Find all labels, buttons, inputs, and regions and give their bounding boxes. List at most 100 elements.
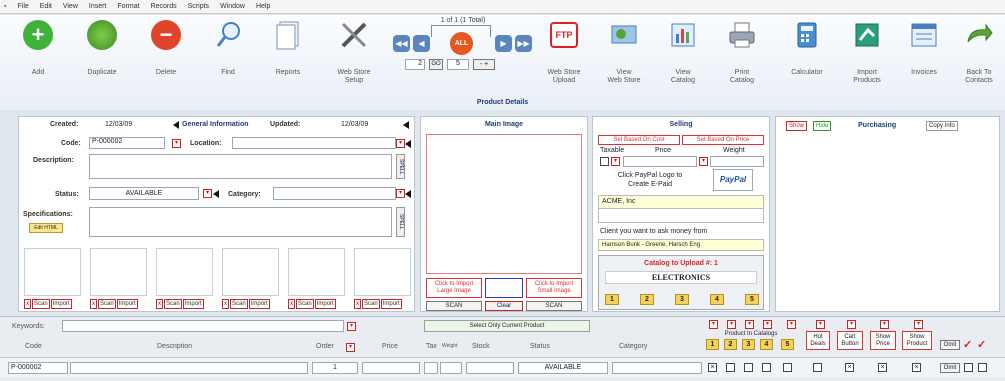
calculator-button[interactable]: Calculator <box>791 19 823 76</box>
menu-file[interactable]: File <box>17 3 28 10</box>
go-button[interactable]: GO <box>429 59 443 70</box>
import-large-image-button[interactable]: Click to Import Large Image <box>426 278 482 298</box>
import-image-3-button[interactable]: Import <box>182 299 204 309</box>
import-image-4-button[interactable]: Import <box>248 299 270 309</box>
scan-image-4-button[interactable]: Scan <box>230 299 248 309</box>
row-cart-button-checkbox[interactable]: × <box>845 363 854 372</box>
menu-scripts[interactable]: Scripts <box>188 3 209 10</box>
show-product-sort-button[interactable]: ▾ <box>914 320 923 329</box>
description-column-header[interactable]: Description <box>157 343 192 350</box>
prev-record-icon[interactable]: ◀ <box>413 35 430 52</box>
reports-button[interactable]: Reports <box>272 19 304 76</box>
small-image-area[interactable] <box>485 278 523 298</box>
category-column-header[interactable]: Category <box>619 343 647 350</box>
web-store-setup-button[interactable]: Web Store Setup <box>338 19 370 84</box>
show-product-column-button[interactable]: Show Product <box>902 331 932 350</box>
image-slot-2[interactable] <box>90 248 147 296</box>
catalog-4-sort-button[interactable]: ▾ <box>763 320 772 329</box>
company-extra-field[interactable] <box>598 209 764 223</box>
row-price-field[interactable] <box>362 362 420 374</box>
row-catalog-1-checkbox[interactable]: × <box>708 363 717 372</box>
status-field[interactable]: AVAILABLE <box>89 187 199 200</box>
row-show-product-checkbox[interactable]: × <box>912 363 921 372</box>
catalog-col-3[interactable]: 3 <box>742 339 755 350</box>
add-button[interactable]: + Add <box>22 19 54 76</box>
catalog-col-4[interactable]: 4 <box>760 339 773 350</box>
catalog-button-2[interactable]: 2 <box>640 294 654 305</box>
last-record-icon[interactable]: ▶▶ <box>515 35 532 52</box>
show-purchasing-button[interactable]: Show <box>786 121 808 131</box>
tax-column-header[interactable]: Tax <box>426 343 437 350</box>
company-field[interactable]: ACME, Inc <box>598 195 764 209</box>
scan-large-button[interactable]: SCAN <box>426 301 482 311</box>
set-based-on-cost-button[interactable]: Set Based On Cost <box>598 135 680 145</box>
client-field[interactable]: Harrison Bunk - Greene, Harsch Eng <box>598 239 764 251</box>
row-order-field[interactable]: 1 <box>312 362 358 374</box>
description-field[interactable] <box>89 154 392 179</box>
scan-image-1-button[interactable]: Scan <box>32 299 50 309</box>
row-code-field[interactable]: P-000002 <box>8 362 68 374</box>
price-column-header[interactable]: Price <box>382 343 398 350</box>
menu-help[interactable]: Help <box>256 3 270 10</box>
check-all-icon[interactable]: ✓ <box>963 338 972 351</box>
clear-image-button[interactable]: Clear <box>485 301 523 311</box>
next-record-icon[interactable]: ▶ <box>495 35 512 52</box>
weight-column-header[interactable]: Weight <box>442 343 457 349</box>
show-price-column-button[interactable]: Show Price <box>870 331 896 350</box>
stock-column-header[interactable]: Stock <box>472 343 490 350</box>
status-menu-button[interactable]: ▾ <box>203 189 212 198</box>
row-show-price-checkbox[interactable]: × <box>878 363 887 372</box>
location-field[interactable] <box>232 137 396 149</box>
menu-edit[interactable]: Edit <box>40 3 52 10</box>
table-row[interactable]: P-000002 1 AVAILABLE × × × × Omit <box>0 357 1005 377</box>
image-slot-3[interactable] <box>156 248 213 296</box>
row-catalog-4-checkbox[interactable] <box>762 363 771 372</box>
row-weight-field[interactable] <box>440 362 462 374</box>
row-catalog-3-checkbox[interactable] <box>744 363 753 372</box>
taxable-menu-button[interactable]: ▾ <box>611 157 620 166</box>
weight-field[interactable] <box>710 156 764 167</box>
clear-image-5-button[interactable]: x <box>288 299 295 309</box>
catalog-button-3[interactable]: 3 <box>675 294 689 305</box>
image-slot-1[interactable] <box>24 248 81 296</box>
specifications-field[interactable] <box>89 207 392 237</box>
import-image-5-button[interactable]: Import <box>314 299 336 309</box>
order-sort-button[interactable]: ▾ <box>346 343 355 352</box>
clear-image-3-button[interactable]: x <box>156 299 163 309</box>
import-image-1-button[interactable]: Import <box>50 299 72 309</box>
price-menu-button[interactable]: ▾ <box>699 157 708 166</box>
first-record-icon[interactable]: ◀◀ <box>393 35 410 52</box>
keywords-field[interactable] <box>62 320 344 332</box>
scan-small-button[interactable]: SCAN <box>526 301 582 311</box>
delete-button[interactable]: − Delete <box>150 19 182 76</box>
hide-purchasing-button[interactable]: Hide <box>813 121 832 131</box>
image-slot-5[interactable] <box>288 248 345 296</box>
clear-image-6-button[interactable]: x <box>354 299 361 309</box>
back-to-contacts-button[interactable]: Back To Contacts <box>963 19 995 84</box>
print-catalog-button[interactable]: Print Catalog <box>726 19 758 84</box>
edit-html-button[interactable]: Edit HTML <box>29 223 63 233</box>
menu-window[interactable]: Window <box>220 3 245 10</box>
row-hot-deals-checkbox[interactable] <box>813 363 822 372</box>
duplicate-button[interactable]: Duplicate <box>86 19 118 76</box>
catalog-2-sort-button[interactable]: ▾ <box>727 320 736 329</box>
description-spell-button[interactable]: SPELL <box>396 154 405 179</box>
catalog-1-sort-button[interactable]: ▾ <box>709 320 718 329</box>
step-input[interactable]: 5 <box>447 59 469 70</box>
import-small-image-button[interactable]: Click to Import Small Image <box>526 278 582 298</box>
status-column-header[interactable]: Status <box>530 343 550 350</box>
find-button[interactable]: Find <box>212 19 244 76</box>
row-description-field[interactable] <box>70 362 308 374</box>
price-field[interactable] <box>623 156 697 167</box>
all-records-button[interactable]: ALL <box>450 32 473 55</box>
menu-format[interactable]: Format <box>117 3 139 10</box>
paypal-logo-button[interactable]: PayPal <box>713 169 753 191</box>
clear-image-2-button[interactable]: x <box>90 299 97 309</box>
keywords-menu-button[interactable]: ▾ <box>347 322 356 331</box>
row-status-field[interactable]: AVAILABLE <box>518 362 608 374</box>
category-menu-button[interactable]: ▾ <box>396 189 405 198</box>
omit-column-button[interactable]: Omit <box>940 340 960 350</box>
view-catalog-button[interactable]: View Catalog <box>667 19 699 84</box>
select-current-product-button[interactable]: Select Only Current Product <box>424 320 590 332</box>
step-stepper[interactable]: - + <box>473 59 495 70</box>
